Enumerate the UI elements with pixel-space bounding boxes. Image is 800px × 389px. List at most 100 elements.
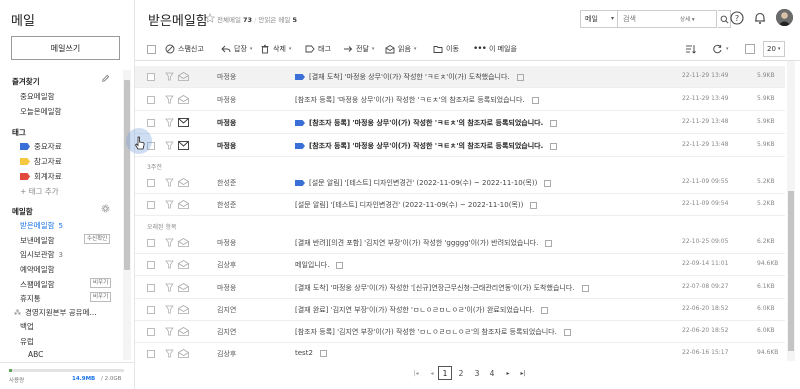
mail-row[interactable]: 마정웅 [결재 도착] '마정웅 상무'이(가) 작성한 '[신규]연장근무신청-… <box>135 277 785 299</box>
preview-icon[interactable] <box>541 306 549 314</box>
sidebar-item-spam[interactable]: 스팸메일함 <box>20 279 55 290</box>
mail-sender[interactable]: 김상후 <box>217 260 236 270</box>
row-checkbox[interactable] <box>147 239 155 247</box>
flag-icon[interactable] <box>165 283 174 292</box>
unread-envelope-icon[interactable] <box>178 118 189 127</box>
mail-row[interactable]: 김상후 test2 22-06-16 15:17 94.6KB <box>135 343 785 361</box>
row-checkbox[interactable] <box>147 261 155 269</box>
tag-item-reference[interactable]: 참고자료 <box>20 156 62 167</box>
mail-row[interactable]: 마정웅 [참조자 등록] '마정웅 상무'이(가) 작성한 'ㅋㅌㅊ'의 참조자로… <box>135 89 785 111</box>
avatar[interactable] <box>776 9 793 26</box>
read-envelope-icon[interactable] <box>178 305 189 314</box>
flag-icon[interactable] <box>165 349 174 358</box>
row-checkbox[interactable] <box>147 284 155 292</box>
mail-subject-wrap[interactable]: [결재 도착] '마정웅 상무'이(가) 작성한 '[신규]연장근무신청-근태관… <box>295 283 589 293</box>
flag-icon[interactable] <box>165 305 174 314</box>
flag-icon[interactable] <box>165 327 174 336</box>
mail-subject[interactable]: [결재 도착] '마정웅 상무'이(가) 작성한 'ㅋㅌㅊ'이(가) 도착했습니… <box>309 72 510 82</box>
add-tag-link[interactable]: + 태그 추가 <box>20 186 59 197</box>
mail-subject[interactable]: [결재 도착] '마정웅 상무'이(가) 작성한 '[신규]연장근무신청-근태관… <box>295 283 575 293</box>
mail-row[interactable]: 김상후 메일입니다. 22-09-14 11:01 94.6KB <box>135 254 785 276</box>
move-button[interactable]: 이동 <box>433 42 459 56</box>
mail-subject-wrap[interactable]: [결재 도착] '마정웅 상무'이(가) 작성한 'ㅋㅌㅊ'이(가) 도착했습니… <box>295 72 524 82</box>
mail-sender[interactable]: 한성준 <box>217 200 236 210</box>
mail-subject-wrap[interactable]: [결재 반려][의견 포함] '김지연 부장'이(가) 작성한 'ggggg'이… <box>295 238 553 248</box>
tag-button[interactable]: 태그 <box>305 42 331 56</box>
compose-button[interactable]: 메일쓰기 <box>11 36 120 60</box>
page-1[interactable]: 1 <box>438 366 452 380</box>
row-checkbox[interactable] <box>147 350 155 358</box>
search-detail-button[interactable]: 상세 ▾ <box>680 15 695 23</box>
sidebar-item-backup[interactable]: 백업 <box>20 321 34 332</box>
next-page-icon[interactable]: ▸ <box>501 366 515 380</box>
read-receipt-button[interactable]: 수신확인 <box>84 234 111 244</box>
read-envelope-icon[interactable] <box>178 200 189 209</box>
mail-subject-wrap[interactable]: [결재 완료] '김지연 부장'이(가) 작성한 'ㅁㄴㅇㄹㅁㄴㅇㄹ'이(가) … <box>295 305 549 315</box>
sidebar-item-drafts[interactable]: 임시보관함 3 <box>20 249 63 260</box>
sidebar-item-europe[interactable]: 유럽 <box>20 336 34 347</box>
flag-icon[interactable] <box>165 238 174 247</box>
preview-icon[interactable] <box>544 179 552 187</box>
reply-button[interactable]: 답장 ▾ <box>221 42 252 56</box>
preview-icon[interactable] <box>550 142 558 150</box>
row-checkbox[interactable] <box>147 201 155 209</box>
page-size-select[interactable]: 20 ▾ <box>763 41 785 57</box>
mail-sender[interactable]: 마정웅 <box>217 141 236 151</box>
delete-button[interactable]: 삭제 ▾ <box>260 42 291 56</box>
mail-subject[interactable]: [참조자 등록] '김지연 부장'이(가) 작성한 'ㅁㄴㅇㄹㅁㄴㅇㄹ'의 참조… <box>295 327 557 337</box>
mail-subject-wrap[interactable]: [설문 알림] '[테스트] 디자인변경건' (2022-11-09(수) ~ … <box>295 178 552 188</box>
mail-sender[interactable]: 김지연 <box>217 327 236 337</box>
mail-row[interactable]: 마정웅 [참조자 등록] '마정웅 상무'이(가) 작성한 'ㅋㅌㅊ'의 참조자로… <box>135 112 785 134</box>
read-envelope-icon[interactable] <box>178 349 189 358</box>
flag-icon[interactable] <box>165 178 174 187</box>
gear-icon[interactable] <box>101 204 110 213</box>
sidebar-item-inbox[interactable]: 받은메일함 5 <box>20 220 63 231</box>
mail-subject[interactable]: [참조자 등록] '마정웅 상무'이(가) 작성한 'ㅋㅌㅊ'의 참조자로 등록… <box>309 118 543 128</box>
preview-icon[interactable] <box>530 201 538 209</box>
flag-icon[interactable] <box>165 118 174 127</box>
mark-read-button[interactable]: 읽음 ▾ <box>385 42 416 56</box>
select-all-checkbox[interactable] <box>147 42 156 56</box>
row-checkbox[interactable] <box>147 119 155 127</box>
unread-envelope-icon[interactable] <box>178 141 189 150</box>
mail-sender[interactable]: 김지연 <box>217 305 236 315</box>
list-scrollbar[interactable] <box>787 61 795 361</box>
sidebar-item-important[interactable]: 중요메일함 <box>20 91 55 102</box>
mail-subject-wrap[interactable]: [설문 알림] '[테스트] 디자인변경건' (2022-11-09(수) ~ … <box>295 200 538 210</box>
read-envelope-icon[interactable] <box>178 238 189 247</box>
mail-subject-wrap[interactable]: [참조자 등록] '마정웅 상무'이(가) 작성한 'ㅋㅌㅊ'의 참조자로 등록… <box>295 118 558 128</box>
page-4[interactable]: 4 <box>485 366 499 380</box>
row-checkbox[interactable] <box>147 179 155 187</box>
mail-sender[interactable]: 한성준 <box>217 178 236 188</box>
read-envelope-icon[interactable] <box>178 327 189 336</box>
mail-row[interactable]: 한성준 [설문 알림] '[테스트] 디자인변경건' (2022-11-09(수)… <box>135 172 785 194</box>
mail-subject[interactable]: [결재 완료] '김지연 부장'이(가) 작성한 'ㅁㄴㅇㄹㅁㄴㅇㄹ'이(가) … <box>295 305 534 315</box>
mail-subject[interactable]: [설문 알림] '[테스트] 디자인변경건' (2022-11-09(수) ~ … <box>309 178 537 188</box>
chevron-down-icon[interactable]: ▾ <box>726 46 729 52</box>
bell-icon[interactable] <box>753 11 767 25</box>
row-checkbox[interactable] <box>147 73 155 81</box>
mail-sender[interactable]: 마정웅 <box>217 72 236 82</box>
forward-button[interactable]: 전달 ▾ <box>343 42 374 56</box>
preview-icon[interactable] <box>545 239 553 247</box>
mail-subject-wrap[interactable]: [참조자 등록] '마정웅 상무'이(가) 작성한 'ㅋㅌㅊ'의 참조자로 등록… <box>295 95 539 105</box>
flag-icon[interactable] <box>165 141 174 150</box>
sidebar-item-scheduled[interactable]: 예약메일함 <box>20 264 55 275</box>
flag-icon[interactable] <box>165 95 174 104</box>
star-icon[interactable] <box>205 13 215 23</box>
mail-sender[interactable]: 마정웅 <box>217 283 236 293</box>
search-scope-select[interactable]: 메일 ▾ <box>580 10 618 28</box>
mail-subject[interactable]: [설문 알림] '[테스트] 디자인변경건' (2022-11-09(수) ~ … <box>295 200 523 210</box>
mail-row[interactable]: 마정웅 [참조자 등록] '마정웅 상무'이(가) 작성한 'ㅋㅌㅊ'의 참조자로… <box>135 135 785 157</box>
split-view-toggle[interactable] <box>745 44 755 54</box>
row-checkbox[interactable] <box>147 306 155 314</box>
mail-subject-wrap[interactable]: [참조자 등록] '마정웅 상무'이(가) 작성한 'ㅋㅌㅊ'의 참조자로 등록… <box>295 141 558 151</box>
read-envelope-icon[interactable] <box>178 178 189 187</box>
mail-subject[interactable]: test2 <box>295 349 313 357</box>
spam-report-button[interactable]: 스팸신고 <box>165 42 204 56</box>
preview-icon[interactable] <box>550 119 558 127</box>
sidebar-item-sent[interactable]: 보낸메일함 <box>20 235 55 246</box>
sort-icon[interactable] <box>685 44 696 54</box>
flag-icon[interactable] <box>165 260 174 269</box>
last-page-icon[interactable]: ▸| <box>516 366 530 380</box>
